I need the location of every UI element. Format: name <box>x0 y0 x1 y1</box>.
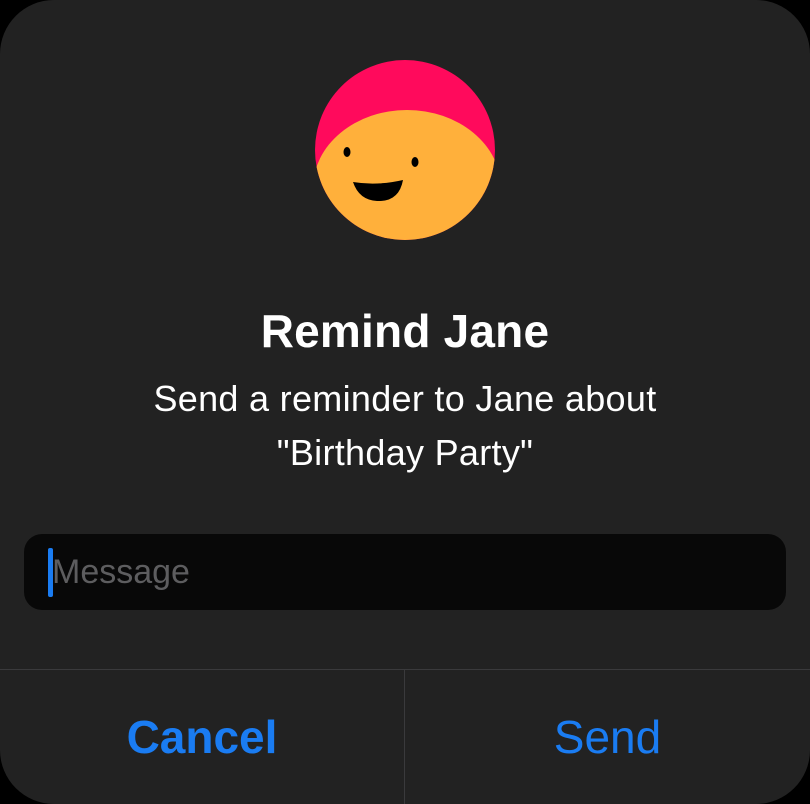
dialog-message: Send a reminder to Jane about "Birthday … <box>60 372 750 480</box>
message-field[interactable] <box>24 534 786 610</box>
dialog-title: Remind Jane <box>260 305 550 357</box>
dialog-message-line-2: "Birthday Party" <box>276 432 534 473</box>
message-input[interactable] <box>52 534 772 610</box>
remind-dialog: Remind Jane Send a reminder to Jane abou… <box>0 0 810 804</box>
cancel-button[interactable]: Cancel <box>0 670 404 804</box>
avatar-right-eye <box>411 157 419 167</box>
smiling-face-icon <box>315 60 495 240</box>
send-button[interactable]: Send <box>405 670 810 804</box>
avatar <box>315 60 495 240</box>
dialog-message-line-1: Send a reminder to Jane about <box>153 378 657 419</box>
avatar-left-eye <box>343 147 351 157</box>
